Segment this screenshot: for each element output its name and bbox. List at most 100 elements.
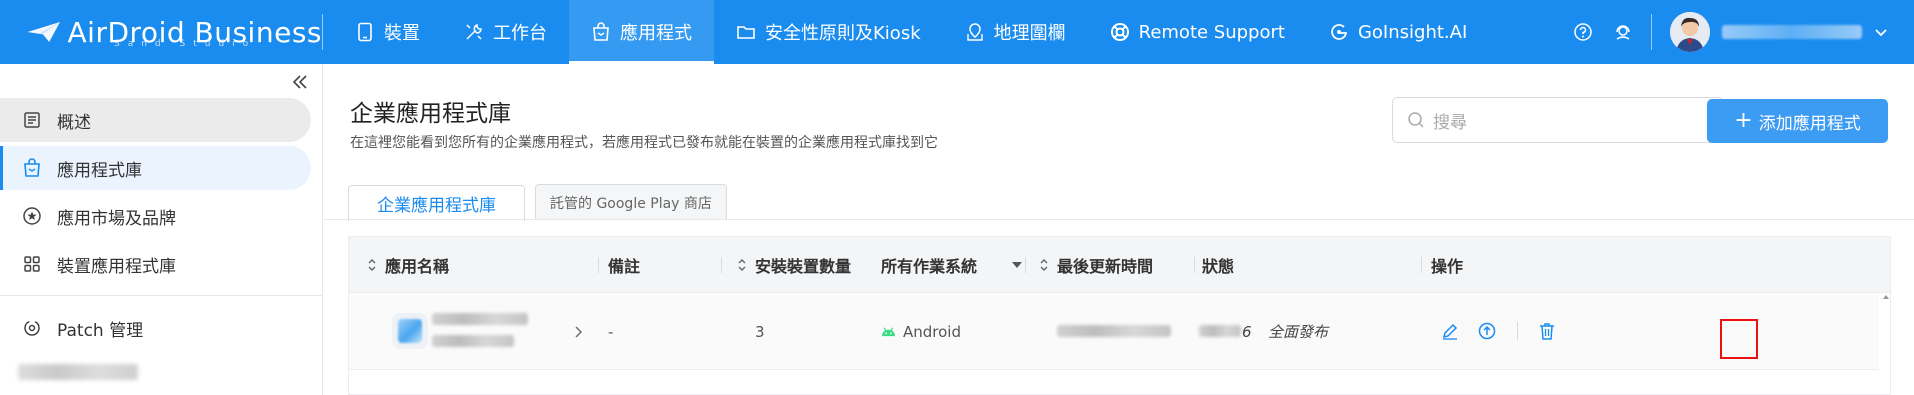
nav-policy-kiosk-label: 安全性原則及Kiosk xyxy=(765,23,921,44)
sidebar-item-label: 應用程式庫 xyxy=(57,160,142,181)
help-icon[interactable] xyxy=(1571,20,1595,44)
sidebar-item-device-app-library[interactable]: 裝置應用程式庫 xyxy=(0,242,311,286)
airdroid-logo[interactable]: AirDroid Business Sand Studio xyxy=(0,0,322,64)
collapse-sidebar-icon[interactable] xyxy=(290,72,310,92)
lifebuoy-icon xyxy=(1110,23,1129,41)
tab-managed-google-play[interactable]: 託管的 Google Play 商店 xyxy=(535,184,727,220)
action-separator xyxy=(1517,322,1518,340)
app-library-icon xyxy=(24,158,40,177)
tab-bar: 企業應用程式庫 託管的 Google Play 商店 xyxy=(348,174,737,221)
tools-icon xyxy=(466,23,482,40)
column-header-os-filter[interactable]: 所有作業系統 xyxy=(881,237,1023,293)
paper-plane-logo-icon xyxy=(27,21,60,43)
nav-remote-support[interactable]: Remote Support xyxy=(1088,0,1307,64)
sidebar-item-app-library[interactable]: 應用程式庫 xyxy=(0,146,311,190)
support-agent-icon[interactable] xyxy=(1611,20,1635,44)
search-input[interactable]: 搜尋 xyxy=(1392,97,1723,143)
column-header-label: 備註 xyxy=(608,257,641,276)
android-icon xyxy=(882,327,895,337)
top-navigation-bar: AirDroid Business Sand Studio 裝置 工作台 應用程… xyxy=(0,0,1914,64)
column-header-actions: 操作 xyxy=(1431,237,1463,293)
sidebar-item-redacted[interactable] xyxy=(18,364,138,380)
column-header-note: 備註 xyxy=(608,237,640,293)
sidebar-item-label: 應用市場及品牌 xyxy=(57,208,176,229)
edit-pencil-icon xyxy=(1442,323,1458,340)
column-separator xyxy=(1194,257,1195,273)
user-name-redacted xyxy=(1722,25,1862,39)
status-version-redacted xyxy=(1199,325,1241,337)
avatar[interactable] xyxy=(1670,12,1710,52)
table-header: 應用名稱 備註 安裝裝置數量 所有作業系統 最後更新時間 狀態 操作 xyxy=(349,237,1890,293)
add-app-button[interactable]: + 添加應用程式 xyxy=(1707,99,1888,143)
nav-remote-support-label: Remote Support xyxy=(1138,21,1285,43)
goinsight-icon xyxy=(1331,24,1348,40)
column-header-label: 最後更新時間 xyxy=(1057,257,1154,276)
tab-label: 企業應用程式庫 xyxy=(377,196,496,216)
sort-icon xyxy=(368,259,376,271)
chevron-down-icon[interactable] xyxy=(1874,25,1888,39)
tab-enterprise-library[interactable]: 企業應用程式庫 xyxy=(348,185,525,221)
nav-goinsight-label: GoInsight.AI xyxy=(1357,21,1468,43)
main-nav: 裝置 工作台 應用程式 安全性原則及Kiosk 地理圍欄 Remote Supp… xyxy=(333,0,1489,64)
column-header-label: 狀態 xyxy=(1202,257,1235,276)
table-row[interactable]: - 3 Android 6 全面發布 xyxy=(349,293,1879,370)
column-header-updated[interactable]: 最後更新時間 xyxy=(1039,237,1153,293)
divider xyxy=(1651,14,1652,50)
note-cell: - xyxy=(608,322,614,341)
nav-policy-kiosk[interactable]: 安全性原則及Kiosk xyxy=(714,0,943,64)
nav-geofence[interactable]: 地理圍欄 xyxy=(943,0,1088,64)
updated-time-redacted xyxy=(1057,325,1171,337)
publish-button[interactable] xyxy=(1476,320,1498,342)
nav-goinsight[interactable]: GoInsight.AI xyxy=(1307,0,1489,64)
search-placeholder: 搜尋 xyxy=(1433,112,1467,133)
trash-icon xyxy=(1540,323,1554,340)
app-name-redacted xyxy=(432,313,528,325)
nav-geofence-label: 地理圍欄 xyxy=(993,23,1066,44)
grid-apps-icon xyxy=(24,256,40,272)
edit-button[interactable] xyxy=(1439,320,1461,342)
app-icon xyxy=(392,313,428,349)
logo-subtext: Sand Studio xyxy=(114,39,257,49)
column-header-name[interactable]: 應用名稱 xyxy=(367,237,449,293)
sidebar-item-overview[interactable]: 概述 xyxy=(0,98,311,142)
overview-icon xyxy=(24,112,40,128)
status-badge: 全面發布 xyxy=(1268,323,1329,341)
sidebar-item-patch[interactable]: Patch 管理 xyxy=(0,306,311,350)
sidebar-item-app-market[interactable]: 應用市場及品牌 xyxy=(0,194,311,238)
app-bag-icon xyxy=(593,22,609,41)
divider xyxy=(322,14,323,50)
nav-devices-label: 裝置 xyxy=(384,23,420,44)
nav-devices[interactable]: 裝置 xyxy=(333,0,442,64)
delete-button[interactable] xyxy=(1536,320,1558,342)
page-description: 在這裡您能看到您所有的企業應用程式，若應用程式已發布就能在裝置的企業應用程式庫找… xyxy=(350,135,938,151)
add-app-button-label: 添加應用程式 xyxy=(1758,113,1861,134)
column-separator xyxy=(598,257,599,273)
dropdown-triangle-icon xyxy=(1012,262,1023,268)
publish-button-highlight-box xyxy=(1720,319,1758,359)
column-header-label: 所有作業系統 xyxy=(881,257,978,276)
column-header-status: 狀態 xyxy=(1202,237,1234,293)
nav-workbench[interactable]: 工作台 xyxy=(442,0,569,64)
sidebar-item-label: 裝置應用程式庫 xyxy=(57,256,176,277)
sidebar-divider xyxy=(0,295,322,296)
vertical-scrollbar[interactable] xyxy=(1881,293,1891,393)
geofence-icon xyxy=(966,23,983,41)
column-header-label: 應用名稱 xyxy=(385,257,450,276)
column-header-installs[interactable]: 安裝裝置數量 xyxy=(737,237,851,293)
os-label: Android xyxy=(903,322,961,341)
column-separator xyxy=(721,257,722,273)
status-version-suffix: 6 xyxy=(1242,322,1252,341)
nav-apps-label: 應用程式 xyxy=(620,23,692,44)
main-content: 企業應用程式庫 在這裡您能看到您所有的企業應用程式，若應用程式已發布就能在裝置的… xyxy=(324,64,1914,395)
installs-cell: 3 xyxy=(755,322,765,341)
sort-icon xyxy=(738,259,746,271)
upload-circle-icon xyxy=(1478,322,1496,340)
column-header-label: 安裝裝置數量 xyxy=(755,257,852,276)
search-icon xyxy=(1408,112,1424,128)
chevron-right-icon[interactable] xyxy=(573,325,583,339)
tabs-underline xyxy=(324,219,1914,220)
nav-apps[interactable]: 應用程式 xyxy=(569,0,714,64)
tab-label: 託管的 Google Play 商店 xyxy=(550,195,712,212)
user-avatar-icon xyxy=(1670,12,1710,52)
nav-workbench-label: 工作台 xyxy=(493,23,547,44)
